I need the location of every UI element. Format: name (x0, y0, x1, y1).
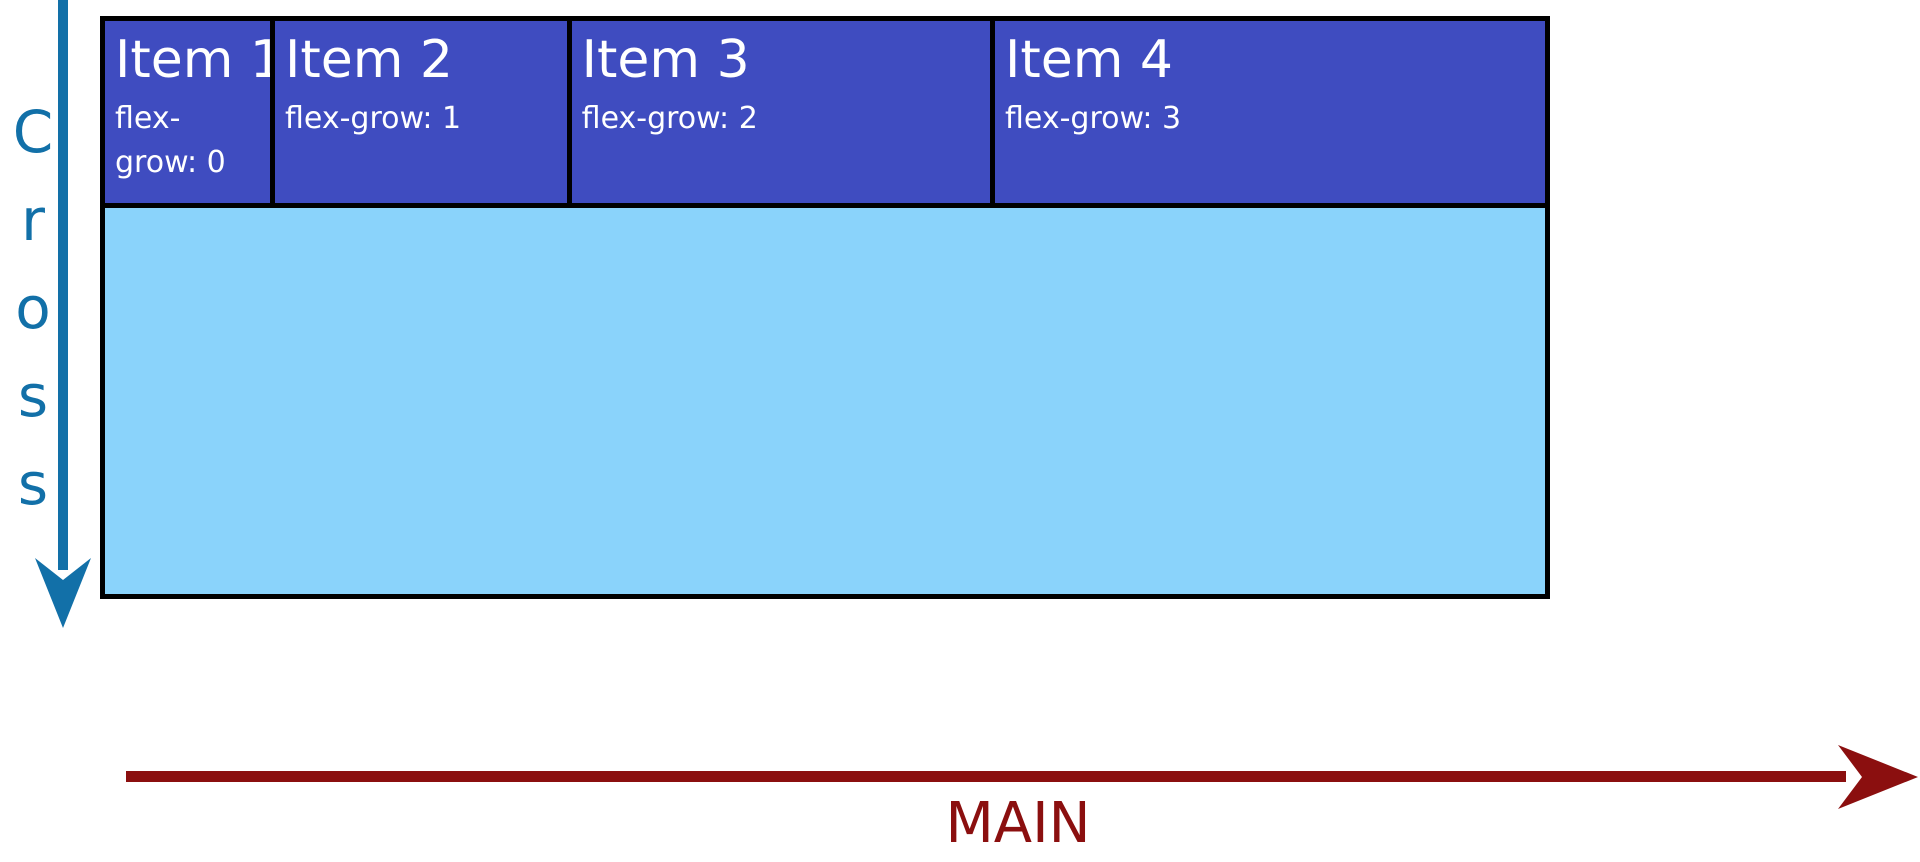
flex-item-grow-value: flex-grow: 0 (115, 101, 226, 180)
flex-item-1: Item 1 flex-grow: 0 (105, 21, 275, 208)
cross-letter-0: C (12, 98, 54, 166)
cross-letter-1: r (21, 186, 45, 254)
cross-axis-label: C r o s s (2, 88, 64, 528)
cross-letter-2: o (15, 274, 51, 342)
main-axis-label: MAIN (945, 791, 1091, 856)
main-axis: MAIN (100, 740, 1920, 862)
flex-item-grow-value: flex-grow: 1 (285, 101, 462, 136)
flex-item-grow-value: flex-grow: 2 (581, 101, 758, 136)
cross-letter-4: s (17, 450, 49, 518)
flex-item-4: Item 4 flex-grow: 3 (995, 21, 1545, 208)
flex-item-grow-value: flex-grow: 3 (1005, 101, 1182, 136)
flex-container: Item 1 flex-grow: 0 Item 2 flex-grow: 1 … (100, 16, 1550, 599)
flex-item-3: Item 3 flex-grow: 2 (571, 21, 995, 208)
diagram-stage: C r o s s Item 1 flex-grow: 0 Item 2 fle… (0, 0, 1920, 862)
flex-item-title: Item 1 (115, 30, 275, 90)
flex-item-title: Item 3 (581, 30, 750, 90)
flex-item-2: Item 2 flex-grow: 1 (275, 21, 572, 208)
flex-item-title: Item 2 (285, 30, 453, 90)
cross-letter-3: s (17, 362, 49, 430)
flex-item-title: Item 4 (1005, 30, 1173, 90)
